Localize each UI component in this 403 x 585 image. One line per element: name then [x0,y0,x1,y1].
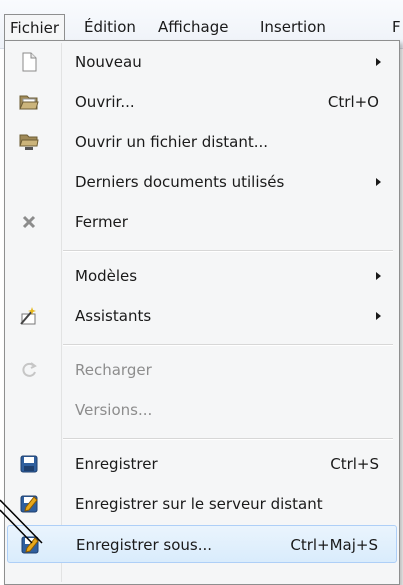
annotation-pointer-lines [0,499,43,544]
